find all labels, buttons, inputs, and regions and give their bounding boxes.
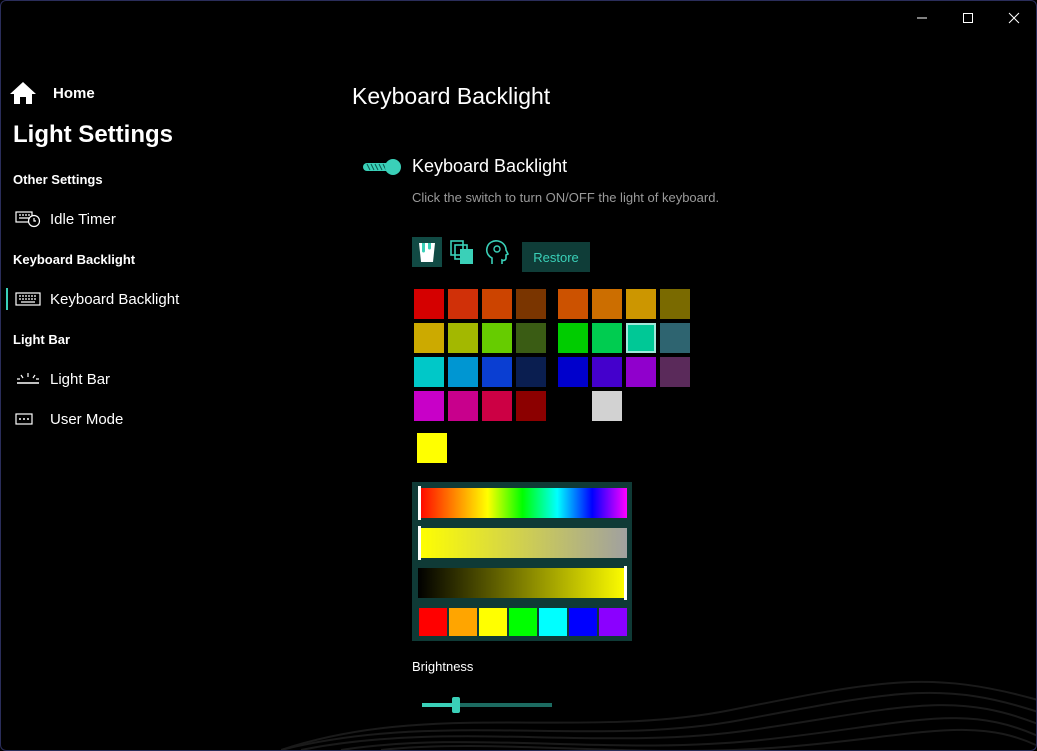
palette-right-swatch[interactable] [660, 357, 690, 387]
home-button[interactable]: Home [9, 81, 95, 105]
idle-timer-icon [15, 209, 41, 229]
brightness-slider[interactable] [422, 697, 552, 713]
palette-left-swatch[interactable] [414, 391, 444, 421]
value-slider[interactable] [418, 566, 627, 600]
brightness-slider-thumb[interactable] [451, 697, 460, 713]
palette-left-swatch[interactable] [516, 289, 546, 319]
brightness-label: Brightness [412, 659, 474, 674]
backlight-toggle-switch[interactable] [362, 158, 402, 176]
palette-right-swatch[interactable] [626, 357, 656, 387]
palette-left-swatch[interactable] [516, 391, 546, 421]
sidebar-item-idle-timer[interactable]: Idle Timer [1, 203, 291, 235]
color-picker-panel [412, 482, 632, 641]
palette-left-swatch[interactable] [448, 391, 478, 421]
preset-color-swatch[interactable] [599, 608, 627, 636]
sidebar-item-user-mode[interactable]: User Mode [1, 403, 291, 435]
preset-color-swatch[interactable] [569, 608, 597, 636]
section-keyboard-backlight: Keyboard Backlight [13, 252, 136, 267]
preset-color-swatch[interactable] [539, 608, 567, 636]
minimize-button[interactable] [898, 1, 946, 35]
maximize-button[interactable] [944, 1, 992, 35]
app-title: Light Settings [13, 121, 173, 148]
keyboard-icon [15, 289, 41, 309]
palette-right-swatch[interactable] [660, 289, 690, 319]
preset-color-swatch[interactable] [479, 608, 507, 636]
restore-button[interactable]: Restore [522, 242, 590, 272]
section-other-settings: Other Settings [13, 172, 103, 187]
sidebar-item-label: User Mode [50, 410, 124, 428]
palette-right-swatch[interactable] [660, 323, 690, 353]
palette-left-swatch[interactable] [482, 289, 512, 319]
saturation-slider[interactable] [418, 526, 627, 560]
sidebar-item-keyboard-backlight[interactable]: Keyboard Backlight [1, 283, 291, 315]
copy-layers-tool-button[interactable] [447, 237, 477, 267]
hue-slider-thumb[interactable] [418, 486, 421, 520]
brightness-fill [422, 703, 456, 707]
paint-bucket-icon [419, 243, 435, 262]
toggle-description: Click the switch to turn ON/OFF the ligh… [412, 190, 720, 205]
saturation-slider-thumb[interactable] [418, 526, 421, 560]
close-button[interactable] [990, 1, 1036, 35]
close-icon [1008, 12, 1020, 24]
current-color-swatch [417, 433, 447, 463]
palette-left-swatch[interactable] [414, 323, 444, 353]
head-profile-icon [485, 240, 510, 264]
palette-left-swatch[interactable] [482, 357, 512, 387]
sidebar-item-label: Keyboard Backlight [50, 290, 180, 308]
palette-right-swatch[interactable] [592, 289, 622, 319]
palette-left-swatch[interactable] [448, 323, 478, 353]
value-slider-thumb[interactable] [624, 566, 627, 600]
palette-left-swatch[interactable] [448, 357, 478, 387]
palette-right-swatch[interactable] [558, 357, 588, 387]
palette-left-swatch[interactable] [482, 391, 512, 421]
sidebar-item-label: Light Bar [50, 370, 111, 388]
palette-right-swatch[interactable] [592, 357, 622, 387]
palette-right-swatch[interactable] [592, 391, 622, 421]
palette-right-swatch[interactable] [592, 323, 622, 353]
home-icon [10, 82, 36, 104]
palette-left-swatch[interactable] [448, 289, 478, 319]
preset-color-swatch[interactable] [449, 608, 477, 636]
maximize-icon [963, 13, 973, 23]
page-title: Keyboard Backlight [352, 83, 551, 109]
sidebar-item-label: Idle Timer [50, 210, 116, 228]
palette-left-swatch[interactable] [516, 357, 546, 387]
section-light-bar: Light Bar [13, 332, 71, 347]
sidebar-item-light-bar[interactable]: Light Bar [1, 363, 291, 395]
sidebar: Home Light Settings Other Settings Idle … [1, 1, 301, 750]
palette-left-swatch[interactable] [414, 289, 444, 319]
toggle-label: Keyboard Backlight [412, 156, 568, 176]
preset-color-swatch[interactable] [509, 608, 537, 636]
minimize-icon [917, 17, 927, 19]
home-label: Home [53, 84, 95, 102]
app-window: Home Light Settings Other Settings Idle … [0, 0, 1037, 751]
palette-left-swatch[interactable] [482, 323, 512, 353]
background-waves-decoration [281, 680, 1036, 750]
paint-bucket-tool-button[interactable] [412, 237, 442, 267]
user-mode-icon [15, 409, 41, 429]
palette-left-swatch[interactable] [414, 357, 444, 387]
palette-right-swatch[interactable] [558, 323, 588, 353]
palette-right-swatch[interactable] [558, 289, 588, 319]
copy-layers-icon [450, 240, 473, 264]
palette-left-swatch[interactable] [516, 323, 546, 353]
hue-slider[interactable] [418, 486, 627, 520]
head-profile-tool-button[interactable] [482, 237, 512, 267]
palette-right-swatch[interactable] [626, 289, 656, 319]
palette-right-swatch[interactable] [626, 323, 656, 353]
preset-color-swatch[interactable] [419, 608, 447, 636]
light-bar-icon [15, 369, 41, 389]
